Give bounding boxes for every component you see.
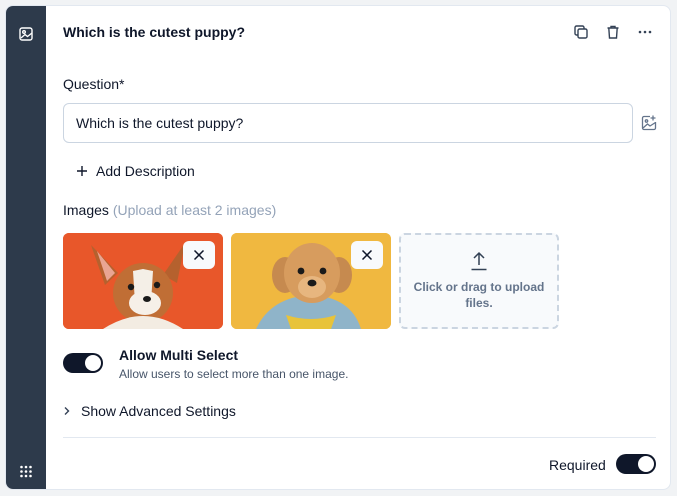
- drag-handle-icon[interactable]: [18, 463, 34, 479]
- add-description-label: Add Description: [96, 163, 195, 179]
- multi-select-title: Allow Multi Select: [119, 347, 239, 363]
- image-upload-dropzone[interactable]: Click or drag to upload files.: [399, 233, 559, 329]
- card-side-rail: [6, 6, 46, 489]
- question-input[interactable]: [63, 103, 633, 143]
- plus-icon: [77, 166, 87, 176]
- required-toggle[interactable]: [616, 454, 656, 474]
- image-plus-icon[interactable]: [640, 114, 658, 132]
- question-card: Which is the cutest puppy? Question* Whi…: [5, 5, 671, 490]
- images-label-text: Images: [63, 202, 109, 218]
- images-hint: (Upload at least 2 images): [112, 202, 277, 218]
- remove-image-1-button[interactable]: [183, 241, 215, 269]
- required-label: Required: [549, 457, 606, 473]
- add-description-button[interactable]: Add Description: [76, 163, 195, 179]
- toggle-knob: [638, 456, 654, 472]
- delete-button[interactable]: [604, 23, 622, 41]
- images-label: Images (Upload at least 2 images): [63, 202, 276, 218]
- header-actions: [572, 23, 654, 41]
- footer-divider: [63, 437, 656, 438]
- show-advanced-settings-button[interactable]: Show Advanced Settings: [63, 403, 236, 419]
- more-options-button[interactable]: [636, 23, 654, 41]
- close-icon: [361, 249, 373, 261]
- puppy-image-2: [231, 233, 391, 329]
- upload-icon: [471, 251, 487, 271]
- advanced-settings-label: Show Advanced Settings: [81, 403, 236, 419]
- multi-select-subtitle: Allow users to select more than one imag…: [119, 367, 349, 381]
- question-header-title: Which is the cutest puppy?: [63, 24, 246, 40]
- copy-icon: [574, 25, 588, 39]
- remove-image-2-button[interactable]: [351, 241, 383, 269]
- toggle-knob: [85, 355, 101, 371]
- image-icon: [19, 27, 33, 41]
- trash-icon: [607, 25, 619, 39]
- multi-select-toggle[interactable]: [63, 353, 103, 373]
- question-label: Question*: [63, 76, 125, 92]
- more-horizontal-icon: [638, 30, 652, 34]
- upload-instructions: Click or drag to upload files.: [413, 280, 545, 310]
- close-icon: [193, 249, 205, 261]
- duplicate-button[interactable]: [572, 23, 590, 41]
- puppy-image-1: [63, 233, 223, 329]
- chevron-right-icon: [64, 407, 70, 415]
